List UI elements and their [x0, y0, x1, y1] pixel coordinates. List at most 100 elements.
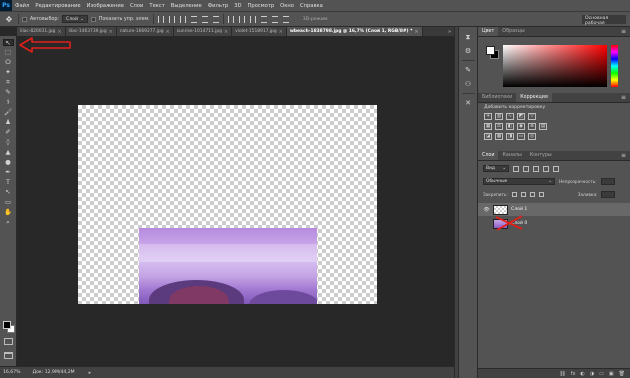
move-tool-icon[interactable]: ↖ — [2, 39, 14, 47]
filter-pixel-icon[interactable] — [513, 165, 519, 172]
hand-tool-icon[interactable]: ✋ — [3, 209, 14, 216]
autoselect-dropdown[interactable]: Слой ⌄ — [62, 15, 88, 23]
distribute-top-icon[interactable] — [260, 15, 267, 23]
distribute-right-icon[interactable] — [249, 15, 256, 23]
channel-mixer-icon[interactable]: ⊛ — [528, 123, 536, 130]
distribute-middle-icon[interactable] — [271, 15, 278, 23]
autoselect-checkbox[interactable] — [22, 16, 27, 22]
vibrance-icon[interactable]: ▽ — [528, 113, 536, 120]
distribute-left-icon[interactable] — [227, 15, 234, 23]
lock-image-icon[interactable] — [520, 192, 526, 197]
photo-filter-icon[interactable]: ◉ — [517, 123, 525, 130]
distribute-center-icon[interactable] — [238, 15, 245, 23]
tab-adjustments[interactable]: Коррекция — [516, 93, 552, 102]
tab-lilac-820031[interactable]: lilac-820031.jpg × — [17, 27, 66, 36]
close-icon[interactable]: × — [109, 29, 113, 35]
add-mask-icon[interactable]: ◐ — [580, 371, 584, 377]
close-icon[interactable]: × — [224, 29, 228, 35]
lock-transparent-icon[interactable] — [511, 192, 517, 197]
crop-tool-icon[interactable]: ⌗ — [3, 79, 14, 86]
filter-type-icon[interactable] — [533, 165, 539, 172]
menu-view[interactable]: Просмотр — [245, 3, 278, 9]
pen-tool-icon[interactable]: ✒ — [3, 169, 14, 176]
menu-window[interactable]: Окно — [277, 3, 297, 9]
exposure-icon[interactable]: ◩ — [517, 113, 525, 120]
align-bottom-icon[interactable] — [212, 15, 219, 23]
tab-swatches[interactable]: Образцы — [498, 27, 528, 36]
eyedropper-tool-icon[interactable]: ✎ — [3, 89, 14, 96]
menu-help[interactable]: Справка — [297, 3, 326, 9]
menu-text[interactable]: Текст — [146, 3, 167, 9]
path-select-tool-icon[interactable]: ↖ — [3, 189, 14, 196]
marquee-tool-icon[interactable]: ⬚ — [3, 49, 14, 56]
black-white-icon[interactable]: ◧ — [506, 123, 514, 130]
menu-layers[interactable]: Слои — [127, 3, 146, 9]
foreground-color-swatch[interactable] — [3, 321, 11, 329]
document-canvas[interactable] — [78, 105, 377, 304]
blend-mode-select[interactable]: Обычные ⌄ — [483, 178, 555, 185]
canvas-area[interactable] — [17, 36, 454, 366]
link-layers-icon[interactable]: ⛓ — [559, 371, 565, 377]
panel-menu-icon[interactable]: ≡ — [617, 27, 630, 36]
close-icon[interactable]: × — [279, 29, 283, 35]
history-icon[interactable]: ⧗ — [462, 32, 474, 42]
tab-layers[interactable]: Слои — [478, 151, 499, 160]
align-hcenter-icon[interactable] — [168, 15, 175, 23]
screen-mode-icon[interactable] — [4, 352, 13, 359]
hue-slider[interactable] — [611, 45, 618, 87]
history-brush-tool-icon[interactable]: ✐ — [3, 129, 14, 136]
lasso-tool-icon[interactable]: ⵔ — [3, 59, 14, 66]
curves-icon[interactable]: ∿ — [506, 113, 514, 120]
align-top-icon[interactable] — [190, 15, 197, 23]
move-tool-icon[interactable]: ✥ — [3, 14, 15, 25]
layer-filter-select[interactable]: Вид ⌄ — [483, 165, 509, 172]
tab-lilac-1463739[interactable]: lilac-1463739.jpg × — [65, 27, 117, 36]
brightness-contrast-icon[interactable]: ☀ — [484, 113, 492, 120]
fill-input[interactable] — [601, 191, 616, 198]
menu-select[interactable]: Выделение — [168, 3, 205, 9]
tab-wbeach-1838798[interactable]: wbeach-1838798.jpg @ 16,7% (Слой 1, RGB/… — [286, 27, 423, 36]
align-left-icon[interactable] — [157, 15, 164, 23]
properties-icon[interactable]: ⚙ — [462, 46, 474, 56]
brush-tool-icon[interactable]: 🖌 — [3, 109, 14, 116]
opacity-input[interactable] — [600, 178, 615, 185]
lock-all-icon[interactable] — [538, 192, 544, 197]
menu-3d[interactable]: 3D — [231, 3, 244, 9]
zoom-level[interactable]: 16,67% — [3, 370, 21, 375]
shape-tool-icon[interactable]: ▭ — [3, 199, 14, 206]
tab-channels[interactable]: Каналы — [498, 151, 525, 160]
healing-brush-tool-icon[interactable]: ⚕ — [3, 99, 14, 106]
tabs-overflow-button[interactable]: » — [445, 27, 454, 36]
tab-sunrise-1014711[interactable]: sunrise-1014711.jpg × — [173, 27, 233, 36]
layer-style-icon[interactable]: fx — [571, 371, 576, 377]
align-right-icon[interactable] — [179, 15, 186, 23]
new-group-icon[interactable]: ▭ — [599, 371, 604, 377]
eye-icon[interactable]: 👁 — [483, 207, 490, 213]
clone-source-icon[interactable]: ⚇ — [462, 79, 474, 89]
filter-adjustment-icon[interactable] — [523, 165, 529, 172]
quick-mask-icon[interactable] — [4, 338, 13, 345]
eraser-tool-icon[interactable]: ◊ — [3, 139, 14, 146]
invert-icon[interactable]: ◪ — [484, 133, 492, 140]
filter-smart-object-icon[interactable] — [553, 165, 559, 172]
distribute-bottom-icon[interactable] — [282, 15, 289, 23]
close-icon[interactable]: × — [166, 29, 170, 35]
menu-edit[interactable]: Редактирование — [32, 3, 83, 9]
brush-settings-icon[interactable]: ✎ — [462, 65, 474, 75]
menu-filter[interactable]: Фильтр — [205, 3, 232, 9]
hue-saturation-icon[interactable]: ▦ — [484, 123, 492, 130]
threshold-icon[interactable]: ◨ — [506, 133, 514, 140]
menu-image[interactable]: Изображение — [84, 3, 127, 9]
trash-icon[interactable]: 🗑 — [619, 371, 625, 377]
menu-file[interactable]: Файл — [12, 3, 32, 9]
transform-controls-checkbox[interactable] — [90, 16, 96, 22]
type-tool-icon[interactable]: T — [3, 179, 14, 186]
close-icon[interactable]: × — [57, 29, 61, 35]
gradient-map-icon[interactable]: ▭ — [517, 133, 525, 140]
tab-libraries[interactable]: Библиотеки — [478, 93, 516, 102]
zoom-tool-icon[interactable]: ⌕ — [3, 219, 14, 226]
color-balance-icon[interactable]: ⚖ — [495, 123, 503, 130]
clone-stamp-tool-icon[interactable]: ♟ — [3, 119, 14, 126]
align-vcenter-icon[interactable] — [201, 15, 208, 23]
close-icon[interactable]: × — [414, 29, 418, 35]
